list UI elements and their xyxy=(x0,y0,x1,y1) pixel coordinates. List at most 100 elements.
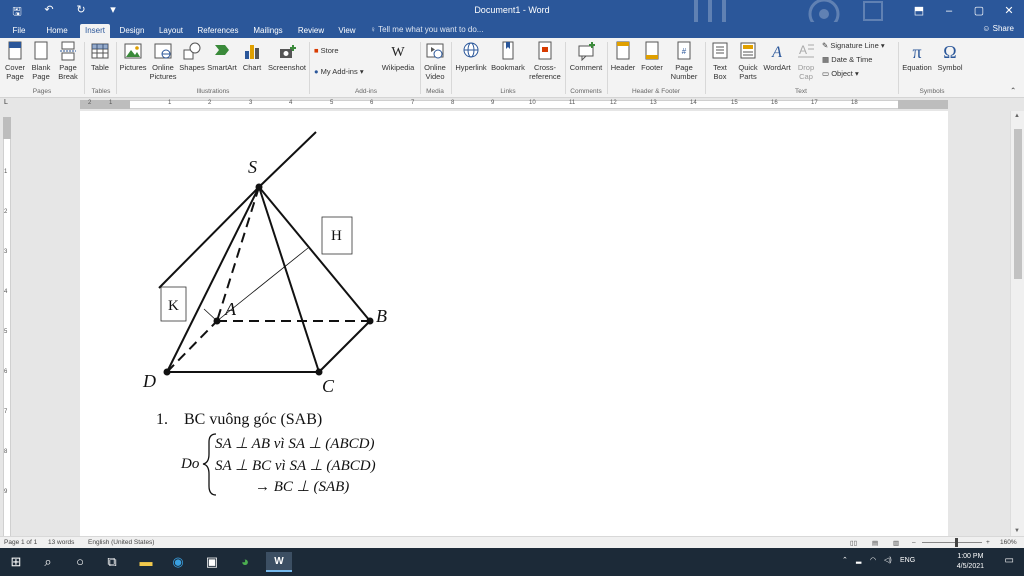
scrollbar-thumb[interactable] xyxy=(1014,129,1022,279)
tab-view[interactable]: View xyxy=(334,24,360,38)
wifi-icon[interactable]: ◠ xyxy=(870,556,876,564)
label-c: C xyxy=(322,376,335,396)
page-number-button[interactable]: # Page Number xyxy=(666,41,702,81)
hyperlink-button[interactable]: Hyperlink xyxy=(452,41,490,72)
chart-button[interactable]: Chart xyxy=(238,41,266,72)
scroll-down-icon[interactable]: ▼ xyxy=(1014,528,1020,534)
zoom-slider-thumb[interactable] xyxy=(955,538,958,547)
text-box-button[interactable]: Text Box xyxy=(706,41,734,81)
tray-chevron-icon[interactable]: ⌃ xyxy=(842,556,848,564)
group-label-links: Links xyxy=(500,88,516,95)
list-item: 1. BC vuông góc (SAB) xyxy=(156,411,322,429)
collapse-ribbon-icon[interactable]: ⌃ xyxy=(1010,86,1016,95)
tell-me-search[interactable]: ♀ Tell me what you want to do... xyxy=(370,25,483,34)
comment-button[interactable]: Comment xyxy=(566,41,606,72)
online-pictures-button[interactable]: Online Pictures xyxy=(148,41,178,81)
signature-line-button[interactable]: ✎ Signature Line ▾ xyxy=(822,41,885,50)
tab-selector[interactable]: L xyxy=(4,99,8,106)
table-button[interactable]: Table xyxy=(86,41,114,72)
signature-line-label: Signature Line xyxy=(830,41,879,50)
drop-cap-button[interactable]: A Drop Cap xyxy=(792,41,820,81)
input-language[interactable]: ENG xyxy=(900,557,915,564)
restore-button[interactable]: ▢ xyxy=(964,0,994,22)
zoom-slider-track[interactable] xyxy=(922,542,982,543)
ruler-number: 16 xyxy=(771,100,778,106)
cover-page-button[interactable]: Cover Page xyxy=(2,41,28,81)
tab-review[interactable]: Review xyxy=(294,24,328,38)
comment-icon xyxy=(578,42,595,61)
ruler-number: 13 xyxy=(650,100,657,106)
vertex-c xyxy=(315,368,323,376)
cross-reference-icon xyxy=(538,41,552,60)
blank-page-button[interactable]: Blank Page xyxy=(28,41,54,81)
notifications-icon[interactable]: ▭ xyxy=(1005,555,1014,566)
page-number-label: Page Number xyxy=(670,63,698,81)
chart-icon xyxy=(245,45,259,59)
minimize-button[interactable]: – xyxy=(934,0,964,22)
pictures-button[interactable]: Pictures xyxy=(118,41,148,72)
cross-reference-button[interactable]: Cross-reference xyxy=(526,41,564,81)
equation-button[interactable]: π Equation xyxy=(899,41,935,72)
clock[interactable]: 1:00 PM 4/5/2021 xyxy=(957,552,984,572)
table-label: Table xyxy=(91,63,109,72)
page-break-button[interactable]: Page Break xyxy=(54,41,82,81)
vertical-scrollbar[interactable]: ▲ ▼ xyxy=(1010,111,1024,536)
wordart-button[interactable]: A WordArt xyxy=(762,41,792,72)
chevron-down-icon: ▾ xyxy=(854,69,859,78)
online-video-button[interactable]: Online Video xyxy=(421,41,449,81)
file-explorer-icon[interactable]: ▬ xyxy=(134,552,158,572)
close-button[interactable]: ✕ xyxy=(994,0,1024,22)
share-button[interactable]: ☺ Share xyxy=(982,24,1014,33)
footer-button[interactable]: Footer xyxy=(638,41,666,72)
store-taskbar-icon[interactable]: ▣ xyxy=(200,552,224,572)
windows-start-icon[interactable]: ⊞ xyxy=(4,552,28,572)
zoom-out-button[interactable]: – xyxy=(912,539,916,546)
zoom-level[interactable]: 160% xyxy=(1000,539,1017,546)
word-count[interactable]: 13 words xyxy=(48,539,74,546)
symbol-button[interactable]: Ω Symbol xyxy=(935,41,965,72)
tab-home[interactable]: Home xyxy=(42,24,72,38)
group-label-symbols: Symbols xyxy=(919,88,945,95)
search-icon[interactable]: ⌕ xyxy=(36,552,60,572)
edge-icon[interactable]: ◉ xyxy=(166,552,190,572)
store-button[interactable]: ■ Store xyxy=(314,46,339,55)
word-taskbar-icon[interactable]: W xyxy=(266,552,292,572)
quick-parts-label: Quick Parts xyxy=(738,63,758,81)
header-icon xyxy=(616,41,630,60)
web-layout-icon[interactable]: ▥ xyxy=(893,539,899,547)
smartart-button[interactable]: SmartArt xyxy=(206,41,238,72)
network-icon[interactable]: ▂ xyxy=(856,556,861,564)
tab-layout[interactable]: Layout xyxy=(154,24,188,38)
tab-mailings[interactable]: Mailings xyxy=(248,24,288,38)
vertex-a xyxy=(213,317,221,325)
object-button[interactable]: ▭ Object ▾ xyxy=(822,69,859,78)
tab-insert[interactable]: Insert xyxy=(80,24,110,38)
volume-icon[interactable]: ◁) xyxy=(884,556,892,564)
wikipedia-button[interactable]: W Wikipedia xyxy=(378,41,418,72)
shapes-button[interactable]: Shapes xyxy=(178,41,206,72)
edge-s-extension xyxy=(258,131,317,188)
language-status[interactable]: English (United States) xyxy=(88,539,154,546)
print-layout-icon[interactable]: ▤ xyxy=(872,539,878,547)
date-time-button[interactable]: ▦ Date & Time xyxy=(822,55,872,64)
zoom-in-button[interactable]: + xyxy=(986,539,990,546)
quick-parts-button[interactable]: Quick Parts xyxy=(734,41,762,81)
bookmark-button[interactable]: Bookmark xyxy=(490,41,526,72)
ribbon-display-options-button[interactable]: ⬒ xyxy=(904,0,934,22)
bookmark-icon xyxy=(502,41,514,60)
tab-design[interactable]: Design xyxy=(116,24,148,38)
header-button[interactable]: Header xyxy=(608,41,638,72)
tab-file[interactable]: File xyxy=(6,24,32,38)
group-label-comments: Comments xyxy=(570,88,602,95)
scroll-up-icon[interactable]: ▲ xyxy=(1014,113,1020,119)
cortana-icon[interactable]: ○ xyxy=(68,552,92,572)
page-count[interactable]: Page 1 of 1 xyxy=(4,539,37,546)
read-mode-icon[interactable]: ▯▯ xyxy=(850,539,857,547)
task-view-icon[interactable]: ⧉ xyxy=(100,552,124,572)
document-page[interactable]: S A B C D H K 1. BC vuông góc (SAB) Do S… xyxy=(80,111,948,536)
screenshot-button[interactable]: Screenshot xyxy=(266,41,308,72)
my-addins-button[interactable]: ● My Add-ins ▾ xyxy=(314,67,364,76)
tab-references[interactable]: References xyxy=(194,24,242,38)
chrome-icon[interactable]: ◕ xyxy=(233,552,257,572)
ruler-number: 1 xyxy=(109,100,113,106)
